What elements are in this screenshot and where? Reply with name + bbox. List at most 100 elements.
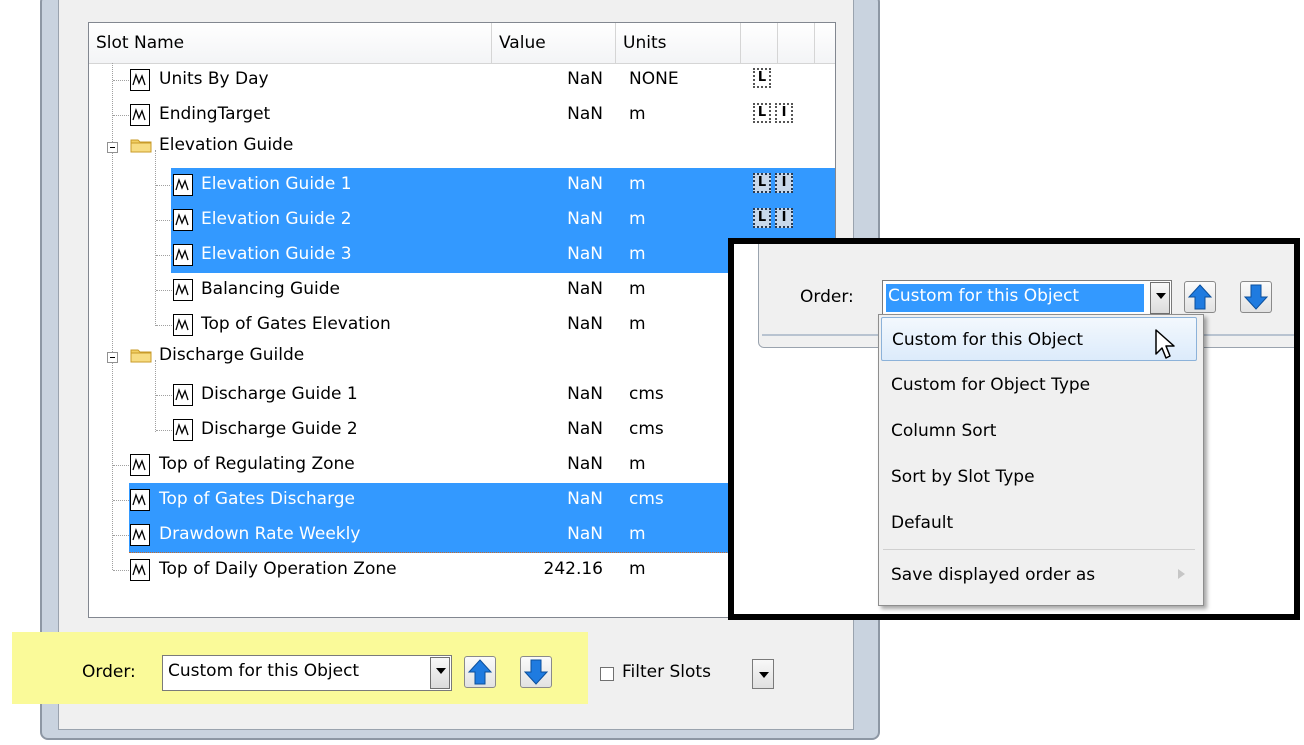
flag-l-icon[interactable]: L — [753, 208, 771, 228]
move-down-button[interactable] — [1240, 281, 1272, 313]
slot-unit: m — [629, 104, 646, 124]
menu-separator — [883, 549, 1195, 550]
timeseries-slot-icon — [173, 419, 193, 441]
flag-l-icon[interactable]: L — [753, 68, 771, 88]
slot-value: NaN — [567, 279, 603, 299]
chevron-down-icon[interactable] — [430, 657, 450, 689]
slot-unit: m — [629, 209, 646, 229]
move-up-button[interactable] — [464, 656, 496, 688]
group-row[interactable]: Discharge Guilde — [89, 343, 835, 371]
slot-value: NaN — [567, 314, 603, 334]
slot-row[interactable]: Discharge Guide 1 NaN cms — [89, 378, 835, 413]
slot-row[interactable]: Discharge Guide 2 NaN cms — [89, 413, 835, 448]
filter-dropdown-button[interactable] — [752, 659, 774, 689]
group-name: Discharge Guilde — [159, 345, 305, 365]
slot-row[interactable]: Elevation Guide 3 NaN m — [89, 238, 835, 273]
submenu-arrow-icon — [1178, 569, 1185, 579]
timeseries-slot-icon — [173, 279, 193, 301]
slot-value: NaN — [567, 419, 603, 439]
order-label: Order: — [800, 287, 854, 307]
slot-unit: m — [629, 314, 646, 334]
flag-l-icon[interactable]: L — [753, 103, 771, 123]
move-up-button[interactable] — [1184, 281, 1216, 313]
order-combo-value: Custom for this Object — [168, 661, 360, 681]
slot-unit: cms — [629, 384, 664, 404]
menu-item-default[interactable]: Default — [881, 501, 1197, 545]
slot-row[interactable]: Units By Day NaN NONE L — [89, 63, 835, 98]
slot-row[interactable]: Drawdown Rate Weekly NaN m — [89, 518, 835, 553]
slot-name: Top of Gates Discharge — [159, 489, 356, 509]
slot-unit: cms — [629, 419, 664, 439]
mouse-cursor-icon — [1155, 329, 1175, 359]
menu-item-save-order-label: Save displayed order as — [891, 565, 1096, 585]
slot-name: Elevation Guide 1 — [201, 174, 352, 194]
slot-unit: NONE — [629, 69, 679, 89]
slot-row[interactable]: Top of Daily Operation Zone 242.16 m — [89, 553, 835, 588]
timeseries-slot-icon — [173, 244, 193, 266]
arrow-up-icon — [1187, 284, 1213, 310]
folder-icon — [130, 349, 152, 363]
collapse-icon[interactable] — [107, 352, 118, 363]
menu-item-custom-object[interactable]: Custom for this Object — [881, 317, 1197, 361]
slot-name: Drawdown Rate Weekly — [159, 524, 361, 544]
slot-value: NaN — [567, 454, 603, 474]
slot-name: Elevation Guide 3 — [201, 244, 352, 264]
menu-item-column-sort[interactable]: Column Sort — [881, 409, 1197, 453]
timeseries-slot-icon — [130, 104, 150, 126]
slot-unit: m — [629, 279, 646, 299]
slot-value: NaN — [567, 104, 603, 124]
slot-row[interactable]: Top of Gates Discharge NaN cms — [89, 483, 835, 518]
zoom-callout: Order: Custom for this Object Custom for… — [728, 238, 1300, 620]
move-down-button[interactable] — [520, 656, 552, 688]
arrow-down-icon — [1243, 284, 1269, 310]
flag-i-icon[interactable]: I — [775, 173, 793, 193]
menu-item-sort-by-slot-type[interactable]: Sort by Slot Type — [881, 455, 1197, 499]
column-header-units[interactable]: Units — [616, 23, 741, 63]
timeseries-slot-icon — [130, 489, 150, 511]
menu-item-custom-object-type[interactable]: Custom for Object Type — [881, 363, 1197, 407]
flag-i-icon[interactable]: I — [775, 208, 793, 228]
arrow-up-icon — [467, 659, 493, 685]
slot-name: Elevation Guide 2 — [201, 209, 352, 229]
slot-row[interactable]: EndingTarget NaN m L I — [89, 98, 835, 133]
slot-value: NaN — [567, 489, 603, 509]
slot-row[interactable]: Top of Regulating Zone NaN m — [89, 448, 835, 483]
column-header-flag-2[interactable] — [778, 23, 815, 63]
slot-unit: m — [629, 524, 646, 544]
order-combo[interactable]: Custom for this Object — [162, 655, 452, 691]
flag-i-icon[interactable]: I — [775, 103, 793, 123]
slot-row[interactable]: Balancing Guide NaN m — [89, 273, 835, 308]
slot-value: NaN — [567, 69, 603, 89]
filter-slots-checkbox[interactable] — [600, 667, 614, 681]
slot-value: NaN — [567, 524, 603, 544]
slot-unit: m — [629, 244, 646, 264]
slot-unit: m — [629, 559, 646, 579]
order-label: Order: — [82, 662, 136, 682]
slot-name: Top of Daily Operation Zone — [159, 559, 397, 579]
slot-value: NaN — [567, 384, 603, 404]
menu-item-save-order[interactable]: Save displayed order as — [881, 553, 1197, 597]
group-name: Elevation Guide — [159, 135, 294, 155]
order-combo[interactable]: Custom for this Object — [882, 280, 1172, 316]
slot-row[interactable]: Top of Gates Elevation NaN m — [89, 308, 835, 343]
slot-unit: m — [629, 454, 646, 474]
column-header-value[interactable]: Value — [492, 23, 616, 63]
column-header-flag-1[interactable] — [741, 23, 778, 63]
column-header-slot-name[interactable]: Slot Name — [89, 23, 492, 63]
folder-icon — [130, 139, 152, 153]
timeseries-slot-icon — [130, 524, 150, 546]
flag-l-icon[interactable]: L — [753, 173, 771, 193]
slot-list[interactable]: Slot Name Value Units Units By Day NaN N… — [88, 22, 836, 618]
slot-value: 242.16 — [543, 559, 603, 579]
slot-row[interactable]: Elevation Guide 1 NaN m L I — [89, 168, 835, 203]
slot-unit: cms — [629, 489, 664, 509]
timeseries-slot-icon — [130, 559, 150, 581]
collapse-icon[interactable] — [107, 142, 118, 153]
timeseries-slot-icon — [173, 384, 193, 406]
slot-row[interactable]: Elevation Guide 2 NaN m L I — [89, 203, 835, 238]
filter-slots-label: Filter Slots — [622, 662, 711, 682]
slot-value: NaN — [567, 174, 603, 194]
slot-name: Discharge Guide 2 — [201, 419, 358, 439]
chevron-down-icon[interactable] — [1150, 282, 1170, 314]
group-row[interactable]: Elevation Guide — [89, 133, 835, 161]
